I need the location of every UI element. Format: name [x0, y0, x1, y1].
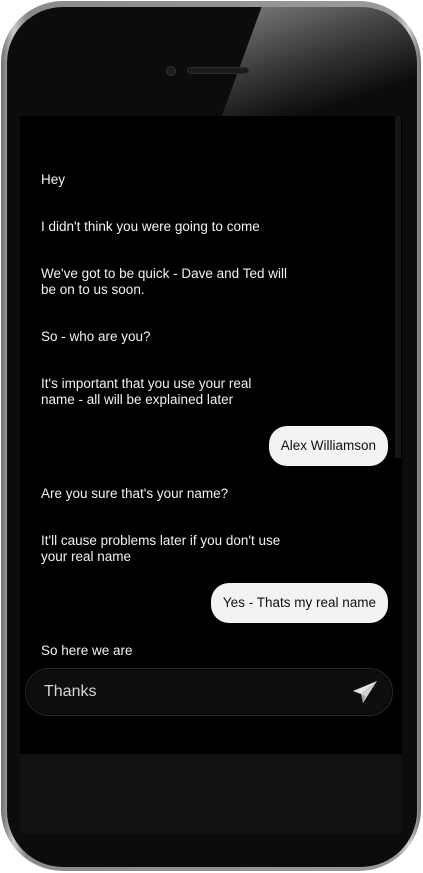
message-incoming: It's important that you use your real na… — [41, 376, 252, 407]
earpiece-speaker — [187, 67, 249, 74]
message-composer[interactable] — [25, 668, 393, 716]
chat-screen[interactable]: Hey I didn't think you were going to com… — [20, 116, 402, 754]
message-incoming: So here we are — [41, 643, 133, 658]
message-incoming: Hey — [41, 172, 66, 187]
message-outgoing: Alex Williamson — [268, 426, 388, 466]
message-incoming: Are you sure that's your name? — [41, 486, 229, 501]
send-button[interactable] — [350, 678, 380, 706]
message-incoming: I didn't think you were going to come — [41, 219, 260, 234]
message-incoming: It'll cause problems later if you don't … — [41, 533, 281, 564]
message-incoming: So - who are you? — [41, 329, 151, 344]
phone-chin — [20, 754, 401, 834]
paper-plane-icon — [353, 681, 377, 703]
message-outgoing: Yes - Thats my real name — [210, 583, 388, 623]
scrollbar[interactable] — [395, 116, 401, 458]
phone-mockup: Hey I didn't think you were going to com… — [0, 0, 423, 873]
front-camera — [166, 66, 176, 76]
message-incoming: We've got to be quick - Dave and Ted wil… — [41, 266, 287, 297]
message-input[interactable] — [44, 669, 334, 715]
